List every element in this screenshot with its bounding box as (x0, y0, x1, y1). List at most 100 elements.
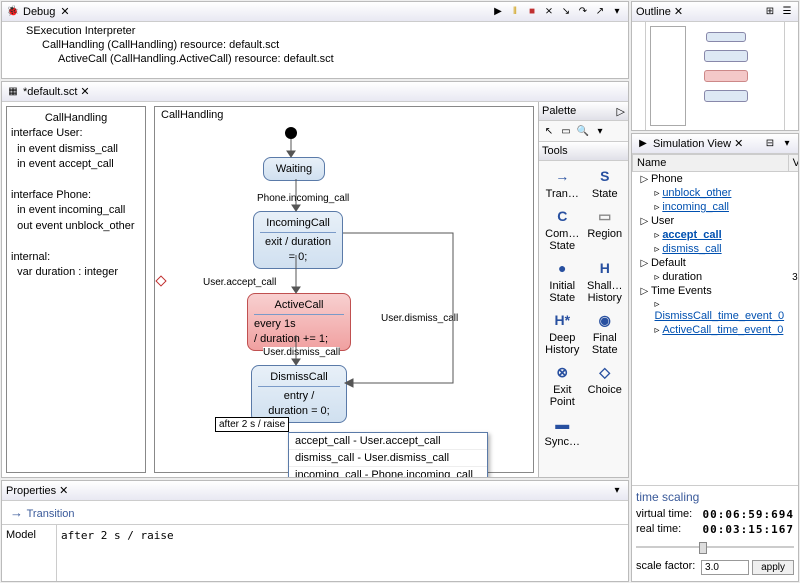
apply-button[interactable]: apply (752, 560, 794, 575)
state-waiting[interactable]: Waiting (263, 157, 325, 181)
note-tool-icon[interactable]: ▾ (593, 124, 607, 138)
step-into-icon[interactable]: ↘ (559, 5, 573, 19)
sim-value (788, 242, 798, 256)
palette-item[interactable]: HShall… History (585, 256, 626, 306)
sim-group: ▷ Default (633, 256, 789, 270)
transition-edit[interactable]: after 2 s / raise (215, 417, 289, 432)
transition-expression-input[interactable] (61, 529, 624, 542)
suspend-icon[interactable]: ‖ (508, 5, 522, 19)
slider-thumb[interactable] (699, 542, 707, 554)
palette-item[interactable]: ▭Region (585, 204, 626, 254)
sim-value (788, 228, 798, 242)
palette-item[interactable]: CCom… State (542, 204, 583, 254)
transition-label[interactable]: Phone.incoming_call (257, 193, 349, 204)
menu-icon[interactable]: ▾ (780, 137, 794, 151)
step-over-icon[interactable]: ↷ (576, 5, 590, 19)
debug-view: 🐞 Debug ✕ ▶ ‖ ■ ⨯ ↘ ↷ ↗ ▾ SExecution Int… (1, 1, 629, 79)
palette-collapse-icon[interactable]: ▷ (617, 105, 625, 118)
sim-item[interactable]: ▹ unblock_other (633, 186, 789, 200)
sim-table: NameValue ▷ Phone▹ unblock_other▹ incomi… (632, 154, 798, 485)
debug-header: 🐞 Debug ✕ ▶ ‖ ■ ⨯ ↘ ↷ ↗ ▾ (2, 2, 628, 22)
sim-icon: ▶ (636, 137, 650, 151)
transition-label[interactable]: User.accept_call (203, 277, 276, 288)
collapse-icon[interactable]: ⊟ (763, 137, 777, 151)
palette-item[interactable]: ▬Sync… (542, 412, 583, 450)
debug-item[interactable]: ActiveCall (CallHandling.ActiveCall) res… (8, 52, 622, 66)
transition-label[interactable]: User.dismiss_call (381, 313, 458, 324)
transition-label[interactable]: User.dismiss_call (263, 347, 340, 358)
virtual-time-label: virtual time: (636, 508, 692, 521)
props-menu-icon[interactable]: ▾ (610, 484, 624, 498)
palette-item[interactable]: ⊗Exit Point (542, 360, 583, 410)
palette-section[interactable]: Tools (539, 142, 628, 161)
sim-item[interactable]: ▹ accept_call (633, 228, 789, 242)
interface-definition[interactable]: CallHandling interface User: in event di… (6, 106, 146, 473)
select-tool-icon[interactable]: ↖ (542, 124, 556, 138)
view-close-icon[interactable]: ✕ (59, 484, 68, 497)
region-label: CallHandling (161, 109, 223, 121)
virtual-time-value: 00:06:59:694 (703, 508, 794, 521)
popup-item[interactable]: dismiss_call - User.dismiss_call (289, 450, 487, 467)
palette-item[interactable]: →Tran… (542, 164, 583, 202)
debug-item[interactable]: SExecution Interpreter (8, 24, 622, 38)
palette-item[interactable]: ◇Choice (585, 360, 626, 410)
marquee-tool-icon[interactable]: ▭ (559, 124, 573, 138)
outline-thumbnail (645, 22, 785, 130)
diagram-canvas[interactable]: CallHandling Waiting Phone.incoming_call… (154, 106, 534, 473)
resume-icon[interactable]: ▶ (491, 5, 505, 19)
view-close-icon[interactable]: ✕ (734, 137, 743, 150)
sim-item[interactable]: ▹ ActiveCall_time_event_0 (633, 323, 789, 337)
sim-value (788, 284, 798, 298)
sim-value (788, 298, 798, 323)
outline-view: Outline ✕ ⊞ ☰ (631, 1, 799, 131)
file-icon: ▦ (6, 85, 20, 99)
outline-tree-icon[interactable]: ☰ (780, 5, 794, 19)
state-label: DismissCall (258, 370, 340, 387)
palette-item[interactable]: SState (585, 164, 626, 202)
initial-state[interactable] (285, 127, 297, 139)
properties-tab-model[interactable]: Model (2, 525, 57, 581)
debug-icon: 🐞 (6, 5, 20, 19)
palette-item[interactable]: ●Initial State (542, 256, 583, 306)
palette-item[interactable]: ◉Final State (585, 308, 626, 358)
sim-value (788, 214, 798, 228)
view-close-icon[interactable]: ✕ (60, 5, 69, 18)
state-body: exit / duration = 0; (260, 235, 336, 264)
tab-close-icon[interactable]: ✕ (80, 85, 89, 98)
scale-factor-label: scale factor: (636, 560, 695, 575)
state-incoming[interactable]: IncomingCall exit / duration = 0; (253, 211, 343, 269)
sim-item[interactable]: ▹ incoming_call (633, 200, 789, 214)
sim-value (788, 172, 798, 187)
sim-value (788, 323, 798, 337)
outline-body[interactable] (632, 22, 798, 130)
breakpoint-icon[interactable] (155, 275, 166, 286)
disconnect-icon[interactable]: ⨯ (542, 5, 556, 19)
debug-title: Debug (23, 6, 55, 18)
time-slider[interactable] (636, 540, 794, 556)
scale-factor-input[interactable] (701, 560, 749, 575)
palette-item[interactable]: H*Deep History (542, 308, 583, 358)
sim-item: ▹ duration (633, 270, 789, 284)
view-close-icon[interactable]: ✕ (674, 5, 683, 18)
col-value[interactable]: Value (788, 155, 798, 172)
editor-tab[interactable]: *default.sct (23, 86, 77, 98)
palette: Palette▷ ↖ ▭ 🔍 ▾ Tools →Tran…SStateCCom…… (538, 102, 628, 477)
outline-mode-icon[interactable]: ⊞ (763, 5, 777, 19)
debug-item[interactable]: CallHandling (CallHandling) resource: de… (8, 38, 622, 52)
col-name[interactable]: Name (633, 155, 789, 172)
sim-item[interactable]: ▹ DismissCall_time_event_0 (633, 298, 789, 323)
menu-icon[interactable]: ▾ (610, 5, 624, 19)
simulation-view: ▶ Simulation View ✕ ⊟ ▾ NameValue ▷ Phon… (631, 133, 799, 582)
real-time-label: real time: (636, 523, 681, 536)
popup-item[interactable]: incoming_call - Phone.incoming_call (289, 467, 487, 477)
popup-item[interactable]: accept_call - User.accept_call (289, 433, 487, 450)
zoom-tool-icon[interactable]: 🔍 (576, 124, 590, 138)
state-active[interactable]: ActiveCall every 1s / duration += 1; (247, 293, 351, 351)
state-dismiss[interactable]: DismissCall entry / duration = 0; (251, 365, 347, 423)
sim-group: ▷ Time Events (633, 284, 789, 298)
palette-title: Palette▷ (539, 102, 628, 121)
sim-item[interactable]: ▹ dismiss_call (633, 242, 789, 256)
state-body: entry / duration = 0; (258, 389, 340, 418)
terminate-icon[interactable]: ■ (525, 5, 539, 19)
step-return-icon[interactable]: ↗ (593, 5, 607, 19)
